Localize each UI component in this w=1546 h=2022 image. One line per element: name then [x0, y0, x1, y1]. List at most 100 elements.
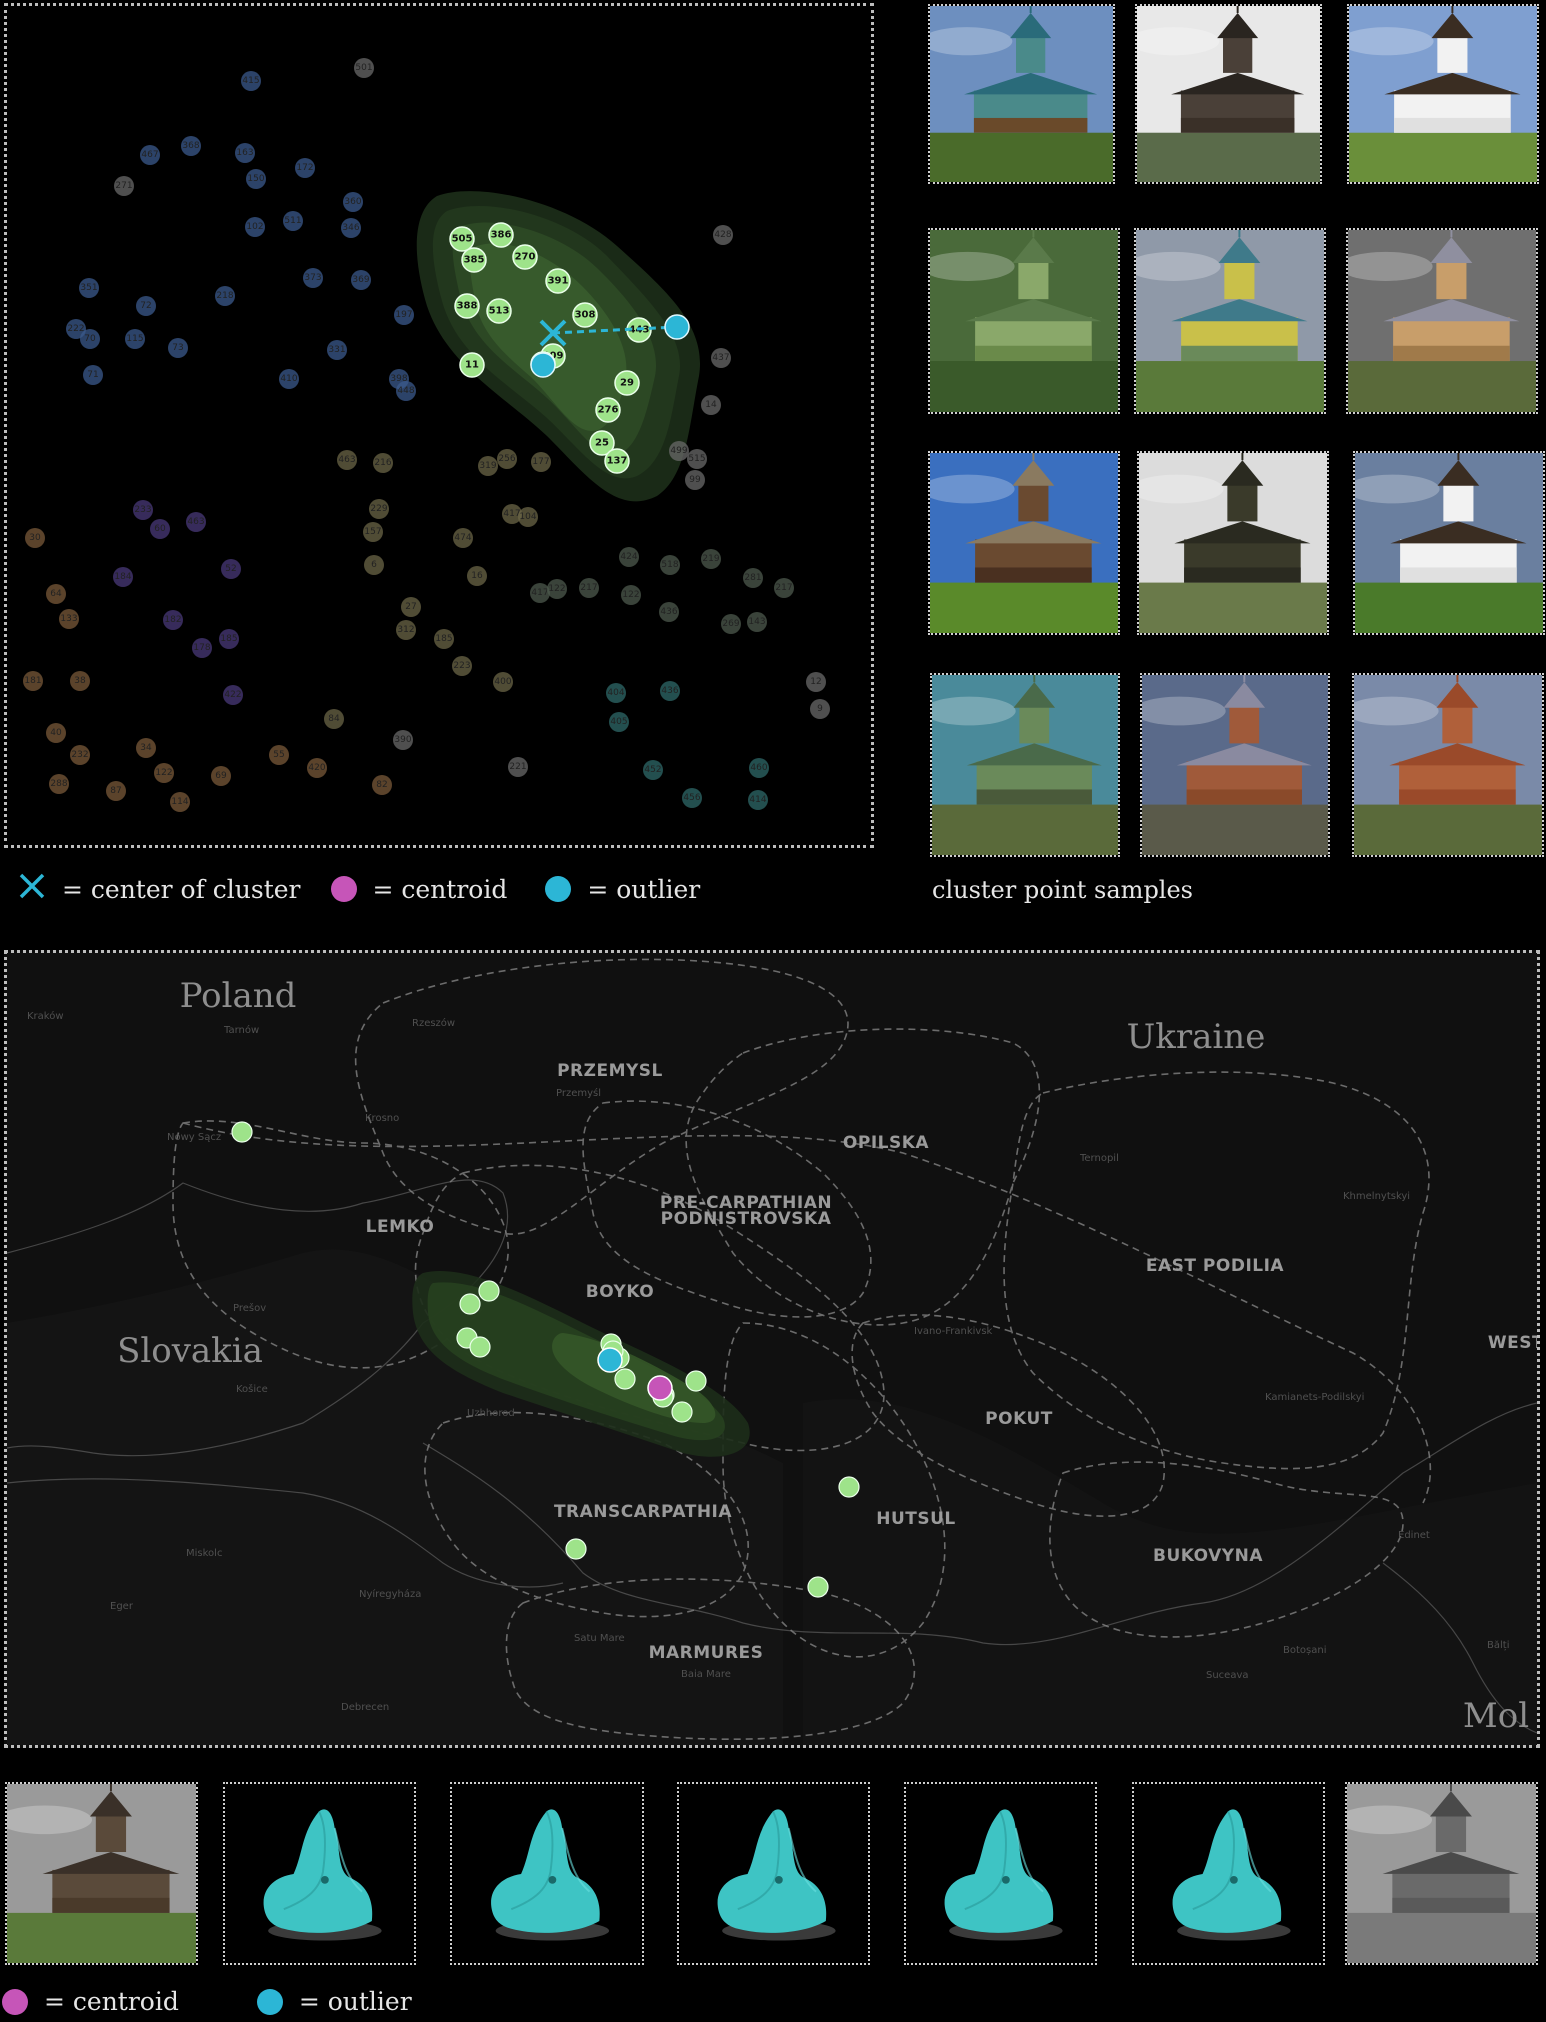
background-point: 30: [25, 528, 45, 548]
sample-thumbnail[interactable]: [1140, 673, 1330, 857]
svg-text:38: 38: [74, 676, 86, 686]
svg-text:72: 72: [140, 301, 151, 311]
background-point: 269: [721, 614, 741, 634]
background-point: 16: [467, 566, 487, 586]
reconstruction-model[interactable]: [904, 1782, 1097, 1965]
svg-text:474: 474: [454, 533, 471, 543]
background-point: 150: [246, 169, 266, 189]
svg-text:312: 312: [397, 625, 414, 635]
sample-thumbnail[interactable]: [1352, 673, 1544, 857]
svg-text:115: 115: [126, 334, 143, 344]
svg-text:331: 331: [328, 345, 345, 355]
reconstruction-model[interactable]: [223, 1782, 416, 1965]
svg-text:70: 70: [84, 334, 96, 344]
legend-center-label: = center of cluster: [62, 874, 301, 904]
svg-text:52: 52: [225, 564, 236, 574]
cluster-scatter-panel: 501 415 467 368 271 163 150 172 102 511 360 346 373 3…: [4, 3, 874, 848]
svg-text:410: 410: [280, 374, 297, 384]
background-point: 216: [373, 453, 393, 473]
cluster-point: 386: [488, 222, 514, 248]
svg-text:460: 460: [750, 763, 767, 773]
background-point: 122: [154, 763, 174, 783]
outlier-point: [530, 352, 556, 378]
background-point: 122: [547, 579, 567, 599]
svg-text:122: 122: [548, 584, 565, 594]
background-point: 437: [711, 348, 731, 368]
svg-text:369: 369: [352, 275, 369, 285]
sample-thumbnail[interactable]: [928, 451, 1120, 635]
map-town-label: Suceava: [1206, 1670, 1249, 1681]
map-town-label: Satu Mare: [574, 1633, 625, 1644]
svg-text:143: 143: [748, 617, 765, 627]
cluster-point: 308: [572, 302, 598, 328]
svg-text:40: 40: [50, 728, 62, 738]
background-point: 9: [810, 699, 830, 719]
reconstruction-model[interactable]: [677, 1782, 870, 1965]
map-cluster-point: [685, 1370, 707, 1392]
map-town-label: Kraków: [27, 1010, 64, 1022]
map-centroid-marker: [647, 1375, 673, 1401]
svg-text:388: 388: [457, 301, 478, 312]
background-point: 410: [279, 369, 299, 389]
background-point: 474: [453, 528, 473, 548]
svg-text:104: 104: [519, 512, 536, 522]
background-point: 52: [221, 559, 241, 579]
outlier-photo[interactable]: [5, 1782, 198, 1965]
svg-text:219: 219: [702, 554, 719, 564]
sample-thumbnail[interactable]: [1353, 451, 1545, 635]
cluster-scatter-plot: 501415467368271163150172102511360346373 3…: [23, 58, 830, 812]
background-point: 420: [307, 758, 327, 778]
map-cluster-point: [469, 1336, 491, 1358]
background-point: 319: [478, 456, 498, 476]
background-point: 185: [219, 629, 239, 649]
map-town-label: Košice: [236, 1383, 268, 1395]
cluster-point: 270: [512, 244, 538, 270]
sample-thumbnail[interactable]: [1135, 4, 1322, 184]
svg-text:288: 288: [50, 779, 67, 789]
svg-text:463: 463: [338, 455, 355, 465]
background-point: 122: [621, 585, 641, 605]
sample-thumbnail[interactable]: [928, 228, 1120, 414]
bottom-outlier-label: = outlier: [298, 1987, 412, 2016]
svg-text:518: 518: [661, 560, 678, 570]
reconstruction-model[interactable]: [450, 1782, 644, 1965]
svg-text:456: 456: [683, 793, 700, 803]
background-point: 452: [643, 760, 663, 780]
svg-text:405: 405: [610, 717, 627, 727]
background-point: 70: [80, 329, 100, 349]
sample-thumbnail[interactable]: [1346, 228, 1538, 414]
svg-text:217: 217: [580, 583, 597, 593]
svg-text:99: 99: [689, 475, 701, 485]
map-town-label: Przemyśl: [556, 1087, 601, 1099]
svg-text:270: 270: [515, 252, 536, 263]
svg-text:30: 30: [29, 533, 41, 543]
svg-text:414: 414: [749, 795, 766, 805]
svg-text:232: 232: [71, 750, 88, 760]
cluster-point: 29: [614, 370, 640, 396]
svg-text:27: 27: [405, 602, 416, 612]
background-point: 73: [168, 338, 188, 358]
map-town-label: Bălți: [1487, 1640, 1509, 1651]
outlier-point: [664, 314, 690, 340]
sample-thumbnail[interactable]: [1137, 451, 1329, 635]
background-point: 163: [235, 143, 255, 163]
sample-thumbnail[interactable]: [1134, 228, 1326, 414]
background-point: 511: [283, 211, 303, 231]
background-point: 515: [687, 449, 707, 469]
background-point: 221: [508, 757, 528, 777]
background-point: 360: [343, 192, 363, 212]
svg-text:182: 182: [164, 615, 181, 625]
svg-text:64: 64: [50, 589, 62, 599]
background-point: 178: [192, 638, 212, 658]
reconstruction-model[interactable]: [1132, 1782, 1325, 1965]
background-point: 217: [579, 578, 599, 598]
svg-text:181: 181: [24, 676, 41, 686]
map-cluster-point: [671, 1401, 693, 1423]
sample-thumbnail[interactable]: [930, 673, 1120, 857]
svg-text:513: 513: [489, 306, 510, 317]
background-point: 223: [452, 656, 472, 676]
sample-thumbnail[interactable]: [1347, 4, 1539, 184]
sample-thumbnail[interactable]: [928, 4, 1115, 184]
outlier-photo[interactable]: [1345, 1782, 1538, 1965]
svg-text:223: 223: [453, 661, 470, 671]
